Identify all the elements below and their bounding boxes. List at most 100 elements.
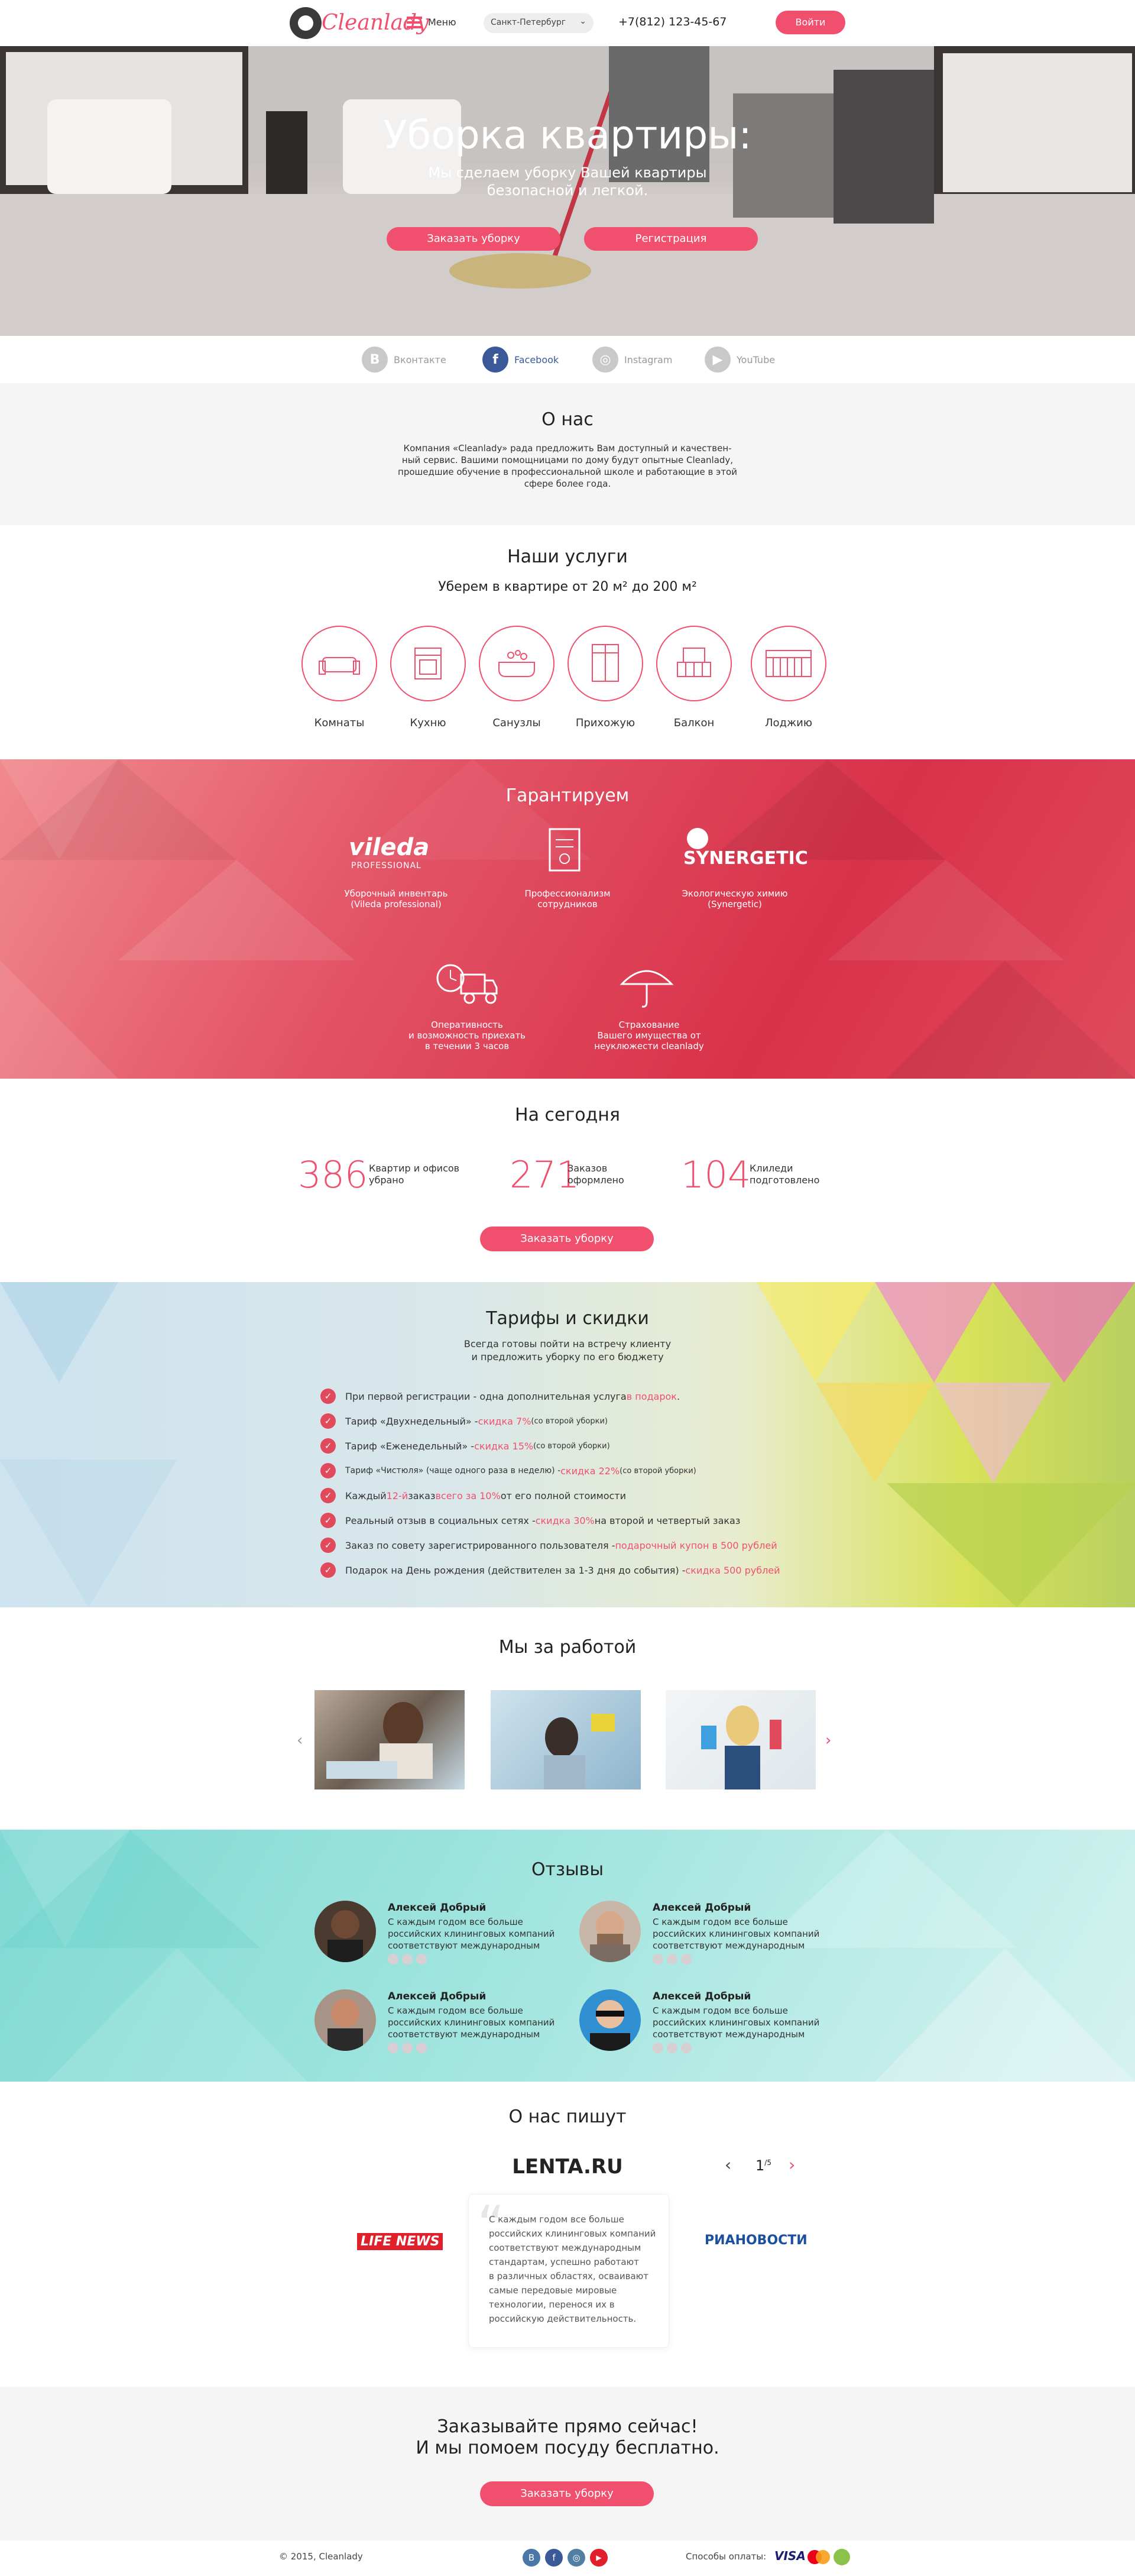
facebook-icon[interactable] [667, 1954, 677, 1965]
guarantee-item-2: Профессионализм сотрудников [524, 888, 611, 910]
social-youtube[interactable]: ▶ YouTube [705, 345, 775, 374]
work-photo-3[interactable] [666, 1690, 816, 1789]
rianovosti-logo[interactable]: РИАНОВОСТИ [705, 2233, 808, 2248]
service-bathroom[interactable] [479, 626, 554, 701]
avatar [314, 1901, 376, 1962]
vk-icon[interactable] [388, 1954, 398, 1965]
visa-logo: VISA [774, 2549, 806, 2563]
service-rooms[interactable] [301, 626, 377, 701]
review-text: С каждым годом все больше российских клин… [388, 1917, 555, 1951]
loggia-icon [766, 650, 812, 677]
press-quote-card: “ С каждым годом все больше российских кл… [468, 2194, 669, 2348]
city-select[interactable]: Санкт-Петербург ⌄ [484, 13, 594, 33]
about-section: О нас Компания «Cleanlady» рада предложи… [0, 383, 1135, 525]
review-text: С каждым годом все больше российских клин… [653, 2005, 820, 2040]
facebook-icon: f [482, 347, 508, 373]
hero: Уборка квартиры: Мы сделаем уборку Вашей… [0, 46, 1135, 336]
check-icon: ✓ [320, 1562, 336, 1578]
press-prev-icon[interactable]: ‹ [725, 2155, 731, 2174]
service-loggia[interactable] [751, 626, 826, 701]
vk-icon[interactable] [653, 1954, 663, 1965]
vileda-logo-sub: PROFESSIONAL [351, 861, 421, 870]
tariff-item: ✓ Подарок на День рождения (действителен … [320, 1559, 852, 1581]
social-instagram[interactable]: ◎ Instagram [592, 345, 672, 374]
service-hallway[interactable] [568, 626, 643, 701]
social-facebook[interactable]: f Facebook [482, 345, 559, 374]
tariffs-title: Тарифы и скидки [486, 1308, 649, 1329]
wardrobe-icon [592, 644, 619, 682]
tariff-item: ✓ Тариф «Еженедельный» - скидка 15% (со в… [320, 1435, 852, 1457]
today-section: На сегодня 386 Квартир и офисов убрано 27… [0, 1079, 1135, 1282]
mastercard-icon [808, 2550, 831, 2564]
vk-icon[interactable] [388, 2043, 398, 2053]
bathtub-icon [498, 650, 535, 677]
tariffs-section: Тарифы и скидки Всегда готовы пойти на в… [0, 1282, 1135, 1607]
service-label: Балкон [673, 717, 715, 729]
press-pager: 1/5 [755, 2157, 771, 2174]
phone[interactable]: +7(812) 123-45-67 [618, 15, 727, 28]
services-subtitle: Уберем в квартире от 20 м² до 200 м² [438, 580, 697, 594]
vk-icon[interactable]: B [523, 2549, 540, 2567]
google-icon[interactable] [681, 2043, 692, 2053]
lenta-logo[interactable]: LENTA.RU [0, 2155, 1135, 2179]
reviewer-name: Алексей Добрый [388, 1902, 487, 1914]
facebook-icon[interactable]: f [545, 2549, 563, 2567]
work-title: Мы за работой [498, 1637, 637, 1658]
chevron-down-icon: ⌄ [579, 17, 586, 26]
menu-icon[interactable] [407, 17, 422, 28]
carousel-prev-icon[interactable]: ‹ [297, 1732, 303, 1749]
balcony-icon [677, 648, 711, 677]
today-title: На сегодня [515, 1105, 620, 1125]
menu-label[interactable]: Меню [428, 17, 456, 28]
register-button[interactable]: Регистрация [584, 227, 758, 251]
service-label: Лоджию [764, 717, 813, 729]
google-icon[interactable] [416, 1954, 427, 1965]
google-icon[interactable] [416, 2043, 427, 2053]
lifenews-logo[interactable]: LIFE NEWS [357, 2233, 443, 2250]
about-title: О нас [541, 409, 594, 430]
stat-label: Заказов оформлено [568, 1163, 624, 1186]
press-next-icon[interactable]: › [789, 2155, 795, 2174]
reviews-section: Отзывы Алексей Добрый С каждым годом все… [0, 1830, 1135, 2082]
check-icon: ✓ [320, 1513, 336, 1528]
tariffs-subtitle: Всегда готовы пойти на встречу клиенту и … [463, 1338, 672, 1363]
reviewer-name: Алексей Добрый [388, 1991, 487, 2002]
facebook-icon[interactable] [667, 2043, 677, 2053]
stat-label: Квартир и офисов убрано [369, 1163, 460, 1186]
vileda-logo: vileda [349, 834, 430, 861]
social-vk[interactable]: B Вконтакте [362, 345, 446, 374]
facebook-icon[interactable] [402, 2043, 413, 2053]
tariff-item: ✓ Каждый 12-й заказ всего за 10% от его п… [320, 1484, 852, 1507]
work-photo-2[interactable] [491, 1690, 641, 1789]
reviewer-name: Алексей Добрый [653, 1991, 751, 2002]
check-icon: ✓ [320, 1389, 336, 1404]
check-icon: ✓ [320, 1538, 336, 1553]
order-button-hero[interactable]: Заказать уборку [387, 227, 560, 251]
review-text: С каждым годом все больше российских клин… [653, 1917, 820, 1951]
service-balcony[interactable] [656, 626, 732, 701]
services-title: Наши услуги [507, 546, 628, 567]
guarantee-section: Гарантируем vileda PROFESSIONAL SYNERGET… [0, 759, 1135, 1079]
cta-line-2: И мы помоем посуду бесплатно. [416, 2438, 719, 2458]
vk-icon[interactable] [653, 2043, 663, 2053]
synergetic-logo: SYNERGETIC [683, 848, 808, 869]
check-icon: ✓ [320, 1488, 336, 1503]
press-quote-text: С каждым годом все больше российских клин… [489, 2214, 656, 2324]
carousel-next-icon[interactable]: › [825, 1732, 831, 1749]
instagram-icon[interactable]: ◎ [568, 2549, 585, 2567]
header: Cleanlady Меню Санкт-Петербург ⌄ +7(812)… [0, 0, 1135, 46]
cta-line-1: Заказывайте прямо сейчас! [437, 2416, 698, 2437]
facebook-icon[interactable] [402, 1954, 413, 1965]
logo-icon[interactable] [290, 7, 322, 39]
review-social-icons [653, 1954, 695, 1967]
guarantee-item-5: Страхование Вашего имущества от неуклюжест… [594, 1020, 704, 1051]
order-button-cta[interactable]: Заказать уборку [480, 2481, 654, 2506]
service-kitchen[interactable] [390, 626, 466, 701]
press-section: О нас пишут LENTA.RU ‹ 1/5 › LIFE NEWS Р… [0, 2082, 1135, 2387]
login-button[interactable]: Войти [776, 11, 845, 34]
youtube-icon[interactable]: ▶ [590, 2549, 608, 2567]
check-icon: ✓ [320, 1438, 336, 1454]
work-photo-1[interactable] [314, 1690, 465, 1789]
google-icon[interactable] [681, 1954, 692, 1965]
order-button-stats[interactable]: Заказать уборку [480, 1226, 654, 1251]
